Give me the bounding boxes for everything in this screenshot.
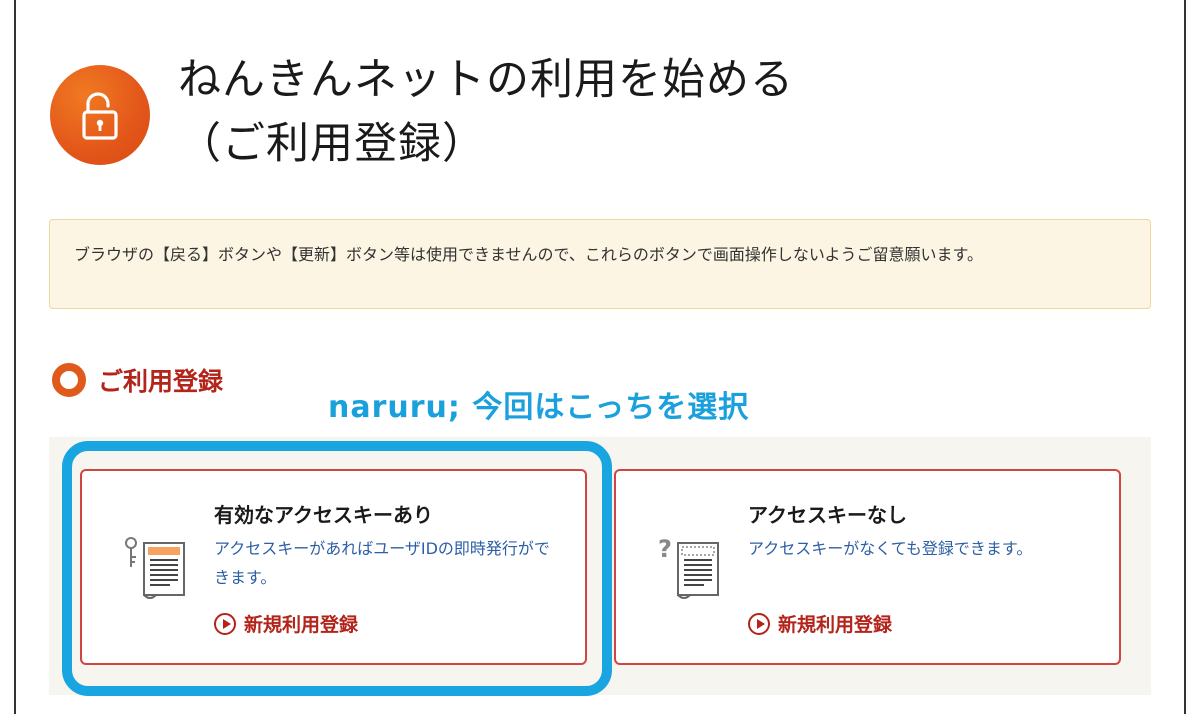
page-title: ねんきんネットの利用を始める （ご利用登録） xyxy=(178,55,794,169)
question-document-icon: ? xyxy=(654,533,724,605)
card-without-access-key[interactable]: ? アクセスキーなし アクセスキーがなくても登録できます。 新規利用登録 xyxy=(614,469,1121,665)
notice-box: ブラウザの【戻る】ボタンや【更新】ボタン等は使用できませんので、これらのボタンで… xyxy=(49,219,1151,309)
card-title: アクセスキーなし xyxy=(748,503,907,527)
notice-text: ブラウザの【戻る】ボタンや【更新】ボタン等は使用できませんので、これらのボタンで… xyxy=(74,245,983,264)
section-header: ご利用登録 xyxy=(52,362,223,398)
link-label: 新規利用登録 xyxy=(778,614,893,636)
annotation-text: naruru; 今回はこっちを選択 xyxy=(328,390,750,425)
ring-icon xyxy=(52,363,86,397)
new-registration-link[interactable]: 新規利用登録 xyxy=(748,610,892,637)
section-title: ご利用登録 xyxy=(98,367,224,396)
selection-highlight xyxy=(62,441,612,696)
card-description: アクセスキーがなくても登録できます。 xyxy=(748,539,1033,558)
svg-text:?: ? xyxy=(658,535,672,563)
lock-icon xyxy=(50,65,150,165)
play-circle-icon xyxy=(748,612,770,635)
